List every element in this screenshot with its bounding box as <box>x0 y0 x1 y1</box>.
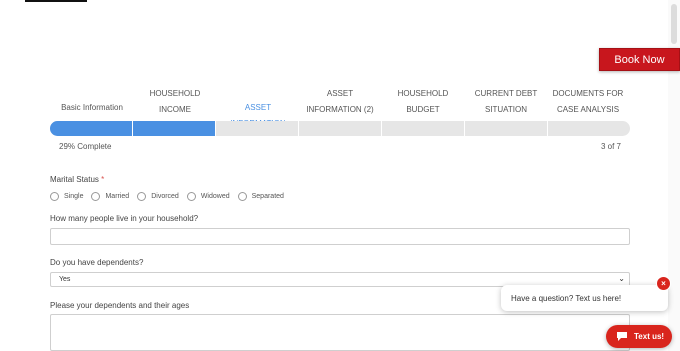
progress-divider <box>298 121 299 136</box>
step-current-debt[interactable]: CURRENT DEBT SITUATION <box>465 86 547 118</box>
radio-circle-icon[interactable] <box>237 191 247 201</box>
dependents-label: Do you have dependents? <box>50 258 144 267</box>
required-mark: * <box>101 175 105 184</box>
progress-divider <box>215 121 216 136</box>
radio-label: Widowed <box>200 192 230 200</box>
radio-label: Married <box>105 192 130 200</box>
progress-divider <box>132 121 133 136</box>
chat-prompt-bubble[interactable]: Have a question? Text us here! <box>501 285 668 311</box>
radio-label: Single <box>64 192 84 200</box>
marital-status-text: Marital Status <box>50 175 99 184</box>
chat-icon <box>617 332 627 341</box>
radio-widowed[interactable]: Widowed <box>186 191 230 201</box>
step-asset-information-2[interactable]: ASSET INFORMATION (2) <box>299 86 381 118</box>
radio-married[interactable]: Married <box>91 191 130 201</box>
progress-divider <box>547 121 548 136</box>
radio-single[interactable]: Single <box>50 191 84 201</box>
close-icon[interactable]: × <box>656 276 671 291</box>
progress-divider <box>381 121 382 136</box>
radio-label: Divorced <box>151 192 179 200</box>
dependents-ages-label: Please your dependents and their ages <box>50 301 190 310</box>
scrollbar-thumb[interactable] <box>671 4 677 44</box>
step-basic-information[interactable]: Basic Information <box>52 100 132 116</box>
radio-circle-icon[interactable] <box>91 191 101 201</box>
marital-status-options: Single Married Divorced Widowed Separate… <box>50 190 292 202</box>
radio-label: Separated <box>251 192 284 200</box>
step-documents[interactable]: DOCUMENTS FOR CASE ANALYSIS <box>547 86 629 118</box>
household-people-label: How many people live in your household? <box>50 214 199 223</box>
household-people-input[interactable] <box>50 228 630 245</box>
marital-status-label: Marital Status * <box>50 175 104 184</box>
progress-percent: 29% Complete <box>59 142 112 151</box>
radio-divorced[interactable]: Divorced <box>137 191 179 201</box>
progress-divider <box>464 121 465 136</box>
book-now-button[interactable]: Book Now <box>599 48 680 71</box>
radio-circle-icon[interactable] <box>186 191 196 201</box>
radio-circle-icon[interactable] <box>50 191 59 201</box>
dependents-ages-textarea[interactable] <box>50 314 630 351</box>
progress-bar <box>50 121 630 136</box>
text-us-label: Text us! <box>634 332 665 341</box>
dependents-selected-value: Yes <box>59 276 71 283</box>
radio-separated[interactable]: Separated <box>237 191 284 201</box>
radio-circle-icon[interactable] <box>137 191 147 201</box>
progress-pages: 3 of 7 <box>600 142 621 151</box>
text-us-button[interactable]: Text us! <box>606 325 672 348</box>
chevron-down-icon[interactable]: ⌄ <box>618 274 625 283</box>
top-edge-bar <box>25 0 87 2</box>
